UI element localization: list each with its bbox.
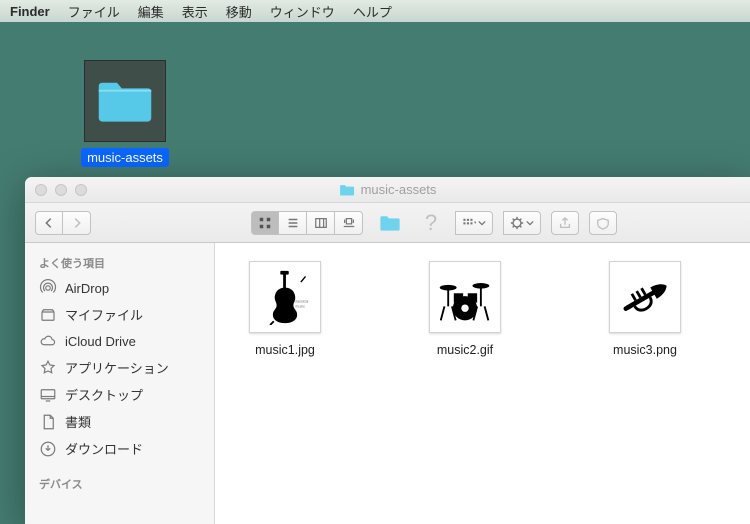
view-columns-button[interactable] (307, 211, 335, 235)
folder-icon (339, 182, 355, 198)
sidebar-item-label: iCloud Drive (65, 334, 136, 349)
arrange-button[interactable] (455, 211, 493, 235)
view-buttons (251, 211, 363, 235)
file-name: music1.jpg (235, 343, 335, 357)
cloud-icon (39, 332, 57, 350)
window-controls (35, 184, 87, 196)
file-item[interactable]: music2.gif (415, 261, 515, 357)
file-grid[interactable]: classical music music1.jpg (215, 243, 750, 524)
sidebar: よく使う項目 AirDrop マイファイル iCloud Drive アプリケー… (25, 243, 215, 524)
finder-window: music-assets ? よく使う項目 (25, 177, 750, 524)
trumpet-icon (617, 269, 673, 325)
action-button-group (503, 211, 541, 235)
desktop-folder-label: music-assets (81, 148, 169, 167)
file-thumbnail (429, 261, 501, 333)
titlebar[interactable]: music-assets (25, 177, 750, 203)
toolbar: ? (25, 203, 750, 243)
tags-button[interactable] (589, 211, 617, 235)
sidebar-item-icloud[interactable]: iCloud Drive (25, 328, 214, 354)
sidebar-heading-devices: デバイス (25, 472, 214, 496)
help-icon[interactable]: ? (417, 211, 445, 235)
sidebar-item-myfiles[interactable]: マイファイル (25, 301, 214, 328)
share-button[interactable] (551, 211, 579, 235)
sidebar-item-label: デスクトップ (65, 385, 143, 404)
menu-window[interactable]: ウィンドウ (270, 2, 335, 21)
file-item[interactable]: music3.png (595, 261, 695, 357)
sidebar-item-applications[interactable]: アプリケーション (25, 354, 214, 381)
forward-button[interactable] (63, 211, 91, 235)
cello-icon: classical music (257, 269, 313, 325)
os-menubar: Finder ファイル 編集 表示 移動 ウィンドウ ヘルプ (0, 0, 750, 22)
downloads-icon (39, 440, 57, 458)
desktop-folder[interactable]: music-assets (80, 60, 170, 167)
action-button[interactable] (503, 211, 541, 235)
airdrop-icon (39, 279, 57, 297)
view-list-button[interactable] (279, 211, 307, 235)
menu-view[interactable]: 表示 (182, 2, 208, 21)
menu-edit[interactable]: 編集 (138, 2, 164, 21)
close-icon[interactable] (35, 184, 47, 196)
folder-icon (84, 60, 166, 142)
nav-buttons (35, 211, 91, 235)
drums-icon (437, 269, 493, 325)
svg-text:music: music (295, 304, 305, 308)
file-name: music2.gif (415, 343, 515, 357)
sidebar-item-label: 書類 (65, 412, 91, 431)
window-title-text: music-assets (361, 182, 437, 197)
sidebar-heading-favorites: よく使う項目 (25, 251, 214, 275)
documents-icon (39, 413, 57, 431)
file-name: music3.png (595, 343, 695, 357)
sidebar-item-documents[interactable]: 書類 (25, 408, 214, 435)
sidebar-item-airdrop[interactable]: AirDrop (25, 275, 214, 301)
menu-app-name[interactable]: Finder (10, 4, 50, 19)
path-folder-icon[interactable] (373, 211, 407, 235)
file-thumbnail: classical music (249, 261, 321, 333)
menu-go[interactable]: 移動 (226, 2, 252, 21)
applications-icon (39, 359, 57, 377)
sidebar-item-label: ダウンロード (65, 439, 143, 458)
svg-text:classical: classical (294, 300, 308, 304)
arrange-button-group (455, 211, 493, 235)
zoom-icon[interactable] (75, 184, 87, 196)
sidebar-item-desktop[interactable]: デスクトップ (25, 381, 214, 408)
file-thumbnail (609, 261, 681, 333)
allfiles-icon (39, 306, 57, 324)
sidebar-item-label: マイファイル (65, 305, 143, 324)
sidebar-item-label: アプリケーション (65, 358, 169, 377)
menu-file[interactable]: ファイル (68, 2, 120, 21)
desktop-icon (39, 386, 57, 404)
sidebar-item-downloads[interactable]: ダウンロード (25, 435, 214, 462)
file-item[interactable]: classical music music1.jpg (235, 261, 335, 357)
window-title: music-assets (339, 182, 437, 198)
back-button[interactable] (35, 211, 63, 235)
view-coverflow-button[interactable] (335, 211, 363, 235)
sidebar-item-label: AirDrop (65, 281, 109, 296)
menu-help[interactable]: ヘルプ (353, 2, 392, 21)
minimize-icon[interactable] (55, 184, 67, 196)
view-icons-button[interactable] (251, 211, 279, 235)
